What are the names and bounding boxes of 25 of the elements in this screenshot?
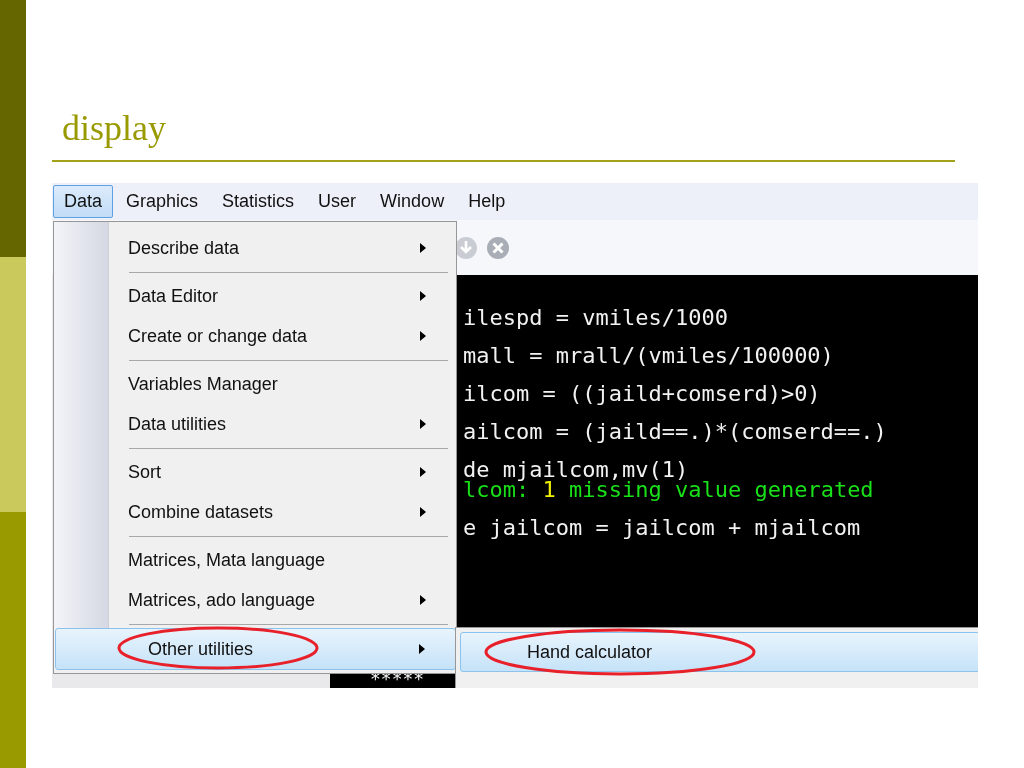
menu-item[interactable]: Variables Manager (109, 364, 456, 404)
menu-item[interactable]: Other utilities (55, 628, 456, 670)
menu-item[interactable]: Describe data (109, 228, 456, 268)
console-line: ilespd = vmiles/1000 (463, 308, 728, 328)
close-icon[interactable] (486, 235, 510, 260)
menu-item[interactable]: Sort (109, 452, 456, 492)
menu-bar-item[interactable]: Statistics (211, 185, 306, 218)
menu-item[interactable]: Matrices, ado language (109, 580, 456, 620)
slide-title: display (62, 107, 166, 150)
menu-bar-item[interactable]: Data (53, 185, 114, 218)
menu-item[interactable]: Combine datasets (109, 492, 456, 532)
menu-bar-item[interactable]: Graphics (115, 185, 210, 218)
menu-bar-item[interactable]: User (307, 185, 368, 218)
console-line: lcom: 1 missing value generated (463, 480, 874, 500)
console-line: de mjailcom,mv(1) (463, 460, 689, 480)
menu-item[interactable]: Create or change data (109, 316, 456, 356)
console-line: mall = mrall/(vmiles/100000) (463, 346, 834, 366)
menu-item[interactable]: Data utilities (109, 404, 456, 444)
console-line: ilcom = ((jaild+comserd)>0) (463, 384, 821, 404)
menu-item[interactable]: Data Editor (109, 276, 456, 316)
menu-bar-item[interactable]: Help (457, 185, 517, 218)
menu-item[interactable]: Matrices, Mata language (109, 540, 456, 580)
menu-bar-item[interactable]: Window (369, 185, 456, 218)
console-line: e jailcom = jailcom + mjailcom (463, 518, 861, 538)
console-line: ailcom = (jaild==.)*(comserd==.) (463, 422, 887, 442)
